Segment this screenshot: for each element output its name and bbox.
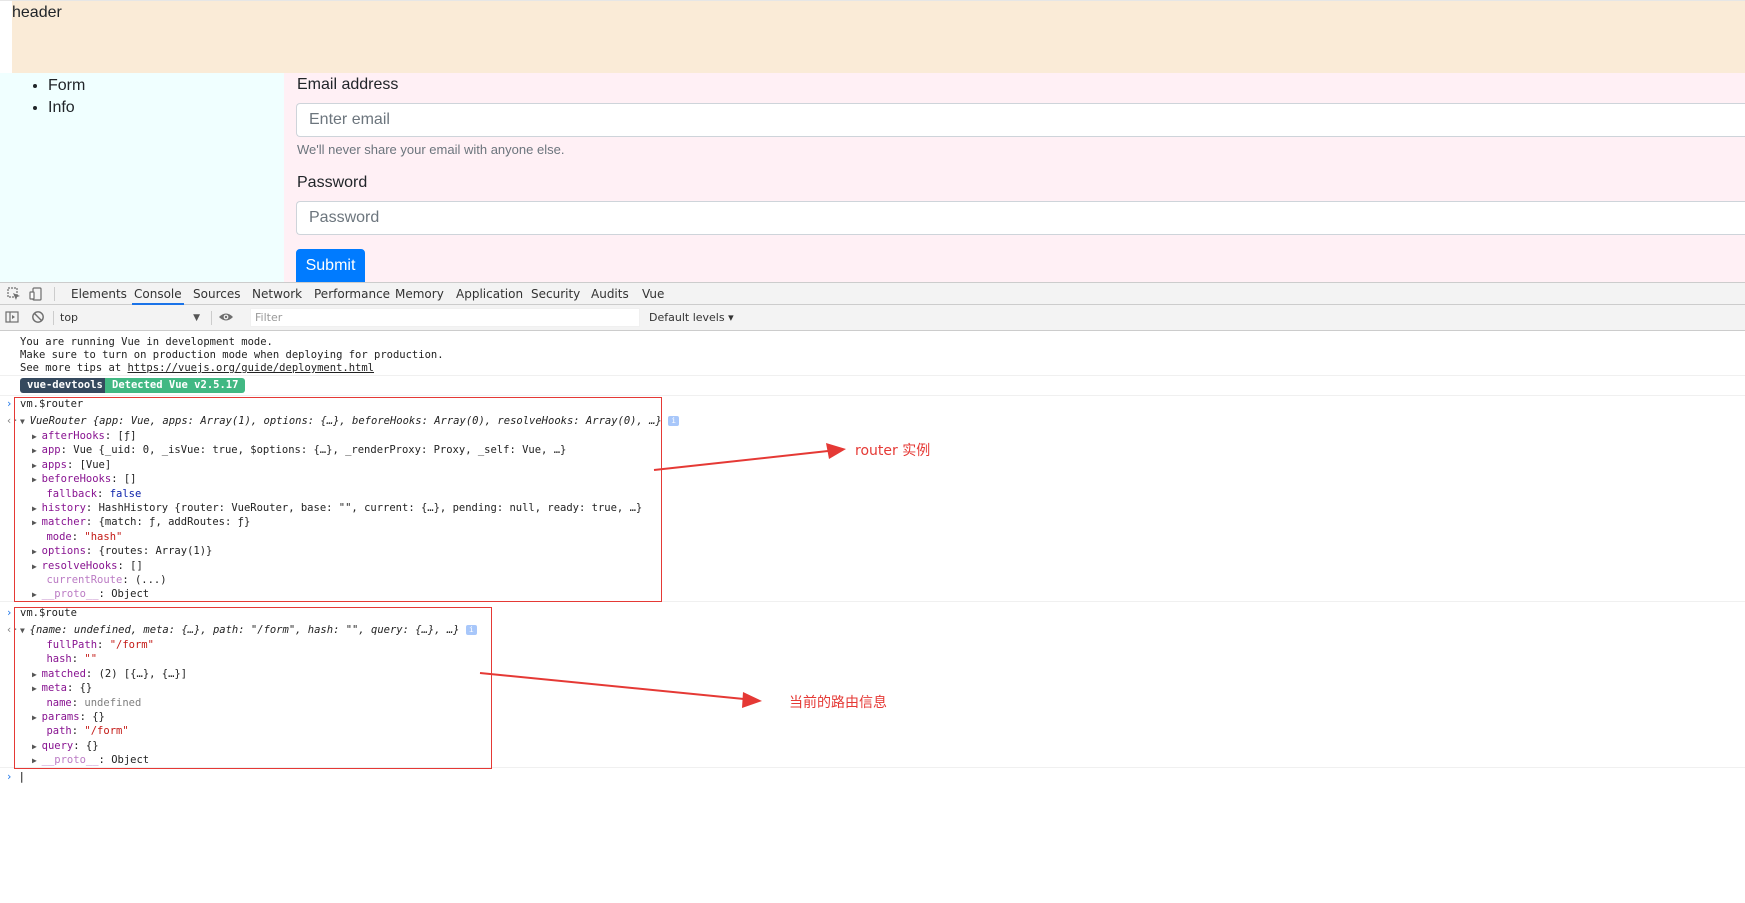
header-text: header bbox=[12, 4, 62, 21]
console-message-line: Make sure to turn on production mode whe… bbox=[20, 349, 444, 361]
nav-list: Form Info bbox=[0, 75, 284, 119]
console-filter-input[interactable] bbox=[250, 308, 640, 327]
deployment-guide-link[interactable]: https://vuejs.org/guide/deployment.html bbox=[127, 362, 374, 374]
nav-item-form[interactable]: Form bbox=[48, 75, 284, 97]
password-label: Password bbox=[297, 174, 368, 191]
route-highlight-box bbox=[14, 607, 492, 769]
form-area: Email address We'll never share your ema… bbox=[284, 73, 1745, 282]
password-input[interactable] bbox=[296, 201, 1745, 235]
submit-button[interactable]: Submit bbox=[296, 249, 365, 282]
toolbar-separator bbox=[211, 311, 212, 325]
tab-audits[interactable]: Audits bbox=[589, 283, 631, 305]
vue-devtools-badge: vue-devtools bbox=[20, 378, 110, 393]
email-input[interactable] bbox=[296, 103, 1745, 137]
clear-console-icon[interactable] bbox=[31, 310, 45, 324]
context-dropdown-icon: ▼ bbox=[193, 313, 200, 323]
message-divider bbox=[0, 375, 1745, 376]
tab-elements[interactable]: Elements bbox=[69, 283, 129, 305]
tab-sources[interactable]: Sources bbox=[191, 283, 242, 305]
console-message-line: You are running Vue in development mode. bbox=[20, 336, 273, 348]
info-icon: i bbox=[668, 416, 680, 426]
context-value: top bbox=[60, 311, 79, 324]
tips-prefix: See more tips at bbox=[20, 362, 128, 374]
console-toolbar: top ▼ Default levels ▾ bbox=[0, 305, 1745, 331]
tab-console[interactable]: Console bbox=[132, 283, 184, 305]
devtools-tabbar: Elements Console Sources Network Perform… bbox=[0, 282, 1745, 305]
context-select[interactable]: top ▼ bbox=[60, 309, 200, 327]
nav-item-info[interactable]: Info bbox=[48, 97, 284, 119]
tab-network[interactable]: Network bbox=[250, 283, 304, 305]
tab-performance[interactable]: Performance bbox=[312, 283, 392, 305]
device-toolbar-icon[interactable] bbox=[29, 287, 43, 301]
email-help-text: We'll never share your email with anyone… bbox=[297, 142, 565, 157]
live-expression-eye-icon[interactable] bbox=[218, 310, 233, 324]
route-annotation: 当前的路由信息 bbox=[789, 695, 887, 711]
tab-vue[interactable]: Vue bbox=[640, 283, 666, 305]
side-nav: Form Info bbox=[0, 73, 284, 282]
console-message-line: See more tips at https://vuejs.org/guide… bbox=[20, 361, 374, 375]
router-highlight-box bbox=[14, 397, 662, 602]
router-annotation: router 实例 bbox=[855, 443, 931, 459]
console-prompt[interactable]: › | bbox=[6, 770, 25, 784]
tab-application[interactable]: Application bbox=[454, 283, 525, 305]
inspect-element-icon[interactable] bbox=[7, 287, 21, 301]
vue-version-badge: Detected Vue v2.5.17 bbox=[105, 378, 246, 393]
tab-memory[interactable]: Memory bbox=[393, 283, 446, 305]
message-divider bbox=[0, 395, 1745, 396]
toolbar-separator bbox=[53, 311, 54, 325]
tab-security[interactable]: Security bbox=[529, 283, 582, 305]
input-prompt-icon: › bbox=[6, 607, 13, 619]
app-header: header bbox=[12, 1, 1745, 73]
input-prompt-icon: › bbox=[6, 398, 13, 410]
log-levels-select[interactable]: Default levels ▾ bbox=[649, 309, 734, 327]
tabbar-separator bbox=[54, 287, 55, 301]
email-label: Email address bbox=[297, 76, 399, 93]
sidebar-toggle-icon[interactable] bbox=[5, 310, 19, 324]
